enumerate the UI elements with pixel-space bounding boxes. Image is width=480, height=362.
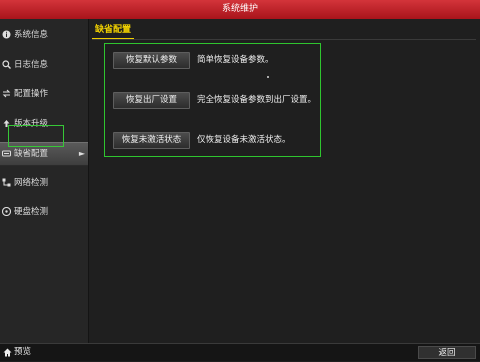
swap-icon: [2, 89, 11, 98]
sidebar-item-label: 网络检测: [14, 178, 49, 188]
restore-factory-settings-button[interactable]: 恢复出厂设置: [113, 92, 190, 109]
focus-highlight: [8, 125, 64, 147]
preview-button[interactable]: 预览: [0, 346, 88, 359]
sidebar: 系统信息 日志信息 配置操作 版本升级 缺省配置 ► 网络检测 硬盘检测: [0, 19, 89, 343]
disk-icon: [2, 207, 11, 216]
sidebar-item-label: 配置操作: [14, 89, 49, 99]
search-icon: [2, 60, 11, 69]
window-title-bar: 系统维护: [0, 0, 480, 19]
restore-inactive-state-button[interactable]: 恢复未激活状态: [113, 132, 190, 149]
restore-icon: [2, 149, 11, 158]
sidebar-item-label: 系统信息: [14, 30, 49, 40]
sidebar-item-label: 日志信息: [14, 60, 49, 70]
back-button[interactable]: 返回: [418, 346, 476, 359]
tab-divider: [92, 39, 476, 40]
sidebar-item-log-info[interactable]: 日志信息: [0, 54, 88, 76]
stray-dot: [267, 76, 269, 78]
bottom-bar: 预览 返回: [0, 343, 480, 361]
preview-label: 预览: [14, 347, 32, 357]
network-icon: [2, 178, 11, 187]
sidebar-item-network-test[interactable]: 网络检测: [0, 172, 88, 194]
sidebar-item-config-ops[interactable]: 配置操作: [0, 83, 88, 105]
info-icon: [2, 30, 11, 39]
chevron-right-icon: ►: [78, 149, 85, 158]
restore-factory-settings-description: 完全恢复设备参数到出厂设置。: [197, 95, 317, 105]
tab-default-config[interactable]: 缺省配置: [92, 22, 135, 40]
restore-default-params-button[interactable]: 恢复默认参数: [113, 52, 190, 69]
sidebar-item-label: 硬盘检测: [14, 207, 49, 217]
home-icon: [3, 348, 12, 357]
restore-inactive-state-description: 仅恢复设备未激活状态。: [197, 135, 291, 145]
window-title: 系统维护: [221, 4, 258, 14]
restore-default-params-description: 简单恢复设备参数。: [197, 55, 274, 65]
sidebar-item-disk-test[interactable]: 硬盘检测: [0, 201, 88, 223]
sidebar-item-system-info[interactable]: 系统信息: [0, 24, 88, 46]
